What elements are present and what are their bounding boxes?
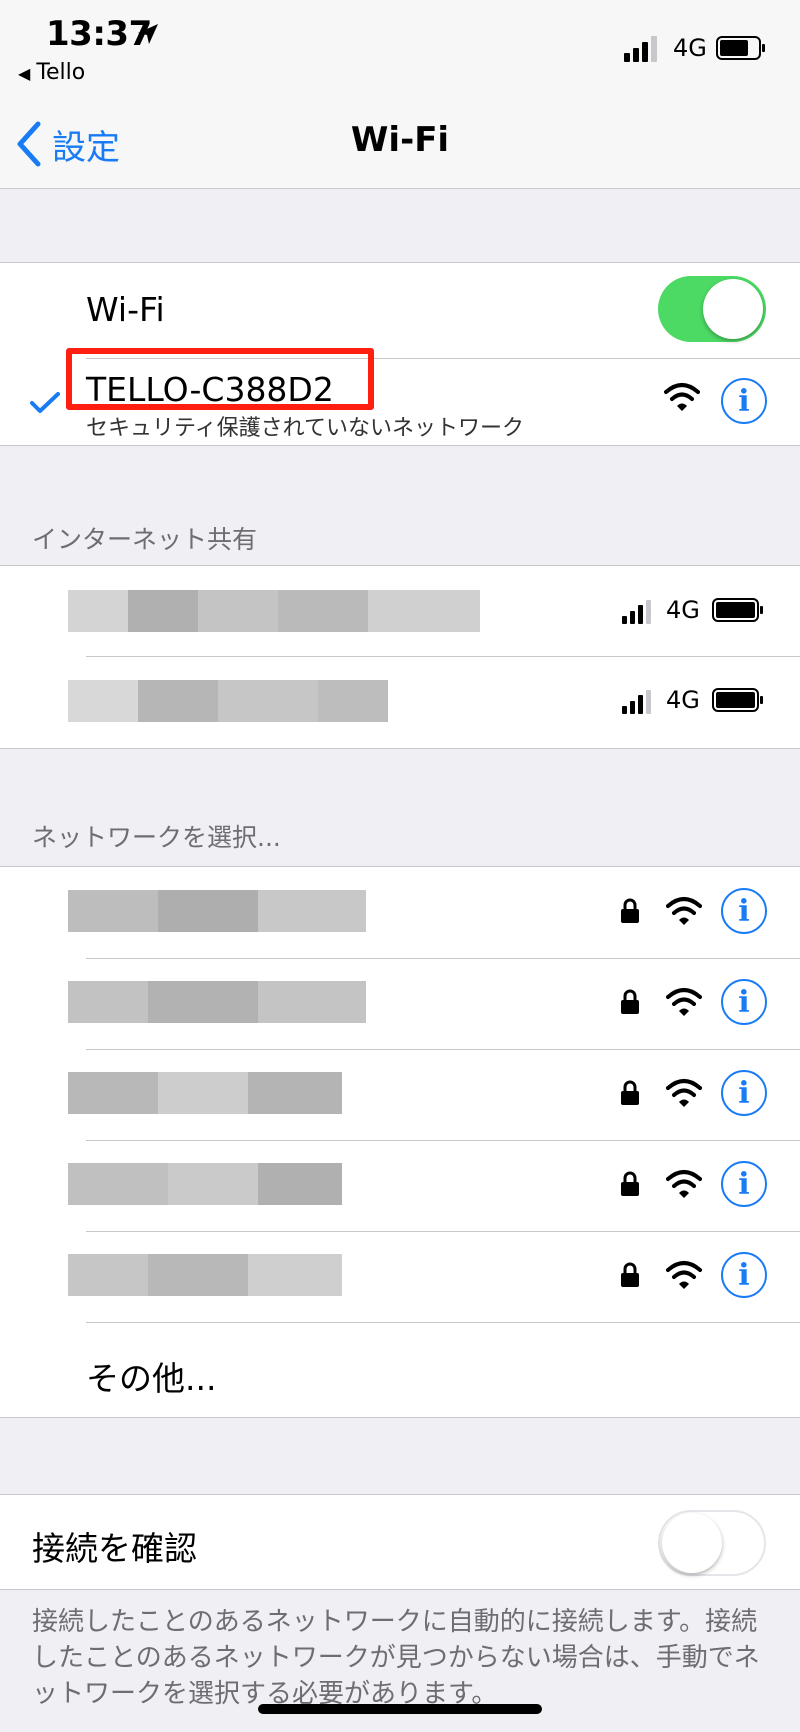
wifi-icon (666, 1079, 702, 1107)
networks-header: ネットワークを選択... (32, 823, 281, 852)
other-network-button[interactable]: その他... (86, 1352, 216, 1400)
hotspot-name-redacted[interactable] (68, 680, 388, 722)
wifi-icon (666, 988, 702, 1016)
back-app-label: Tello (36, 60, 86, 85)
signal-bars-icon (622, 690, 651, 714)
network-name-redacted[interactable] (68, 1163, 342, 1205)
wifi-icon (666, 1170, 702, 1198)
checkmark-icon (30, 392, 60, 413)
wifi-icon (666, 1261, 702, 1289)
network-name-redacted[interactable] (68, 981, 366, 1023)
hotspot-network-type: 4G (666, 596, 700, 624)
page-title: Wi-Fi (350, 120, 450, 160)
info-icon: i (738, 1257, 750, 1293)
battery-icon (712, 688, 763, 712)
network-name-redacted[interactable] (68, 1254, 342, 1296)
network-info-button[interactable]: i (721, 1070, 767, 1116)
ask-to-join-toggle[interactable] (658, 1510, 766, 1576)
info-icon: i (738, 383, 750, 419)
network-info-button[interactable]: i (721, 888, 767, 934)
info-icon: i (738, 893, 750, 929)
signal-bars-icon (622, 600, 651, 624)
hotspot-name-redacted[interactable] (68, 590, 480, 632)
info-icon: i (738, 1166, 750, 1202)
battery-icon (716, 36, 765, 60)
network-name-redacted[interactable] (68, 890, 366, 932)
location-arrow-icon (138, 24, 158, 44)
network-info-button[interactable]: i (721, 1161, 767, 1207)
wifi-icon (666, 897, 702, 925)
network-name-redacted[interactable] (68, 1072, 342, 1114)
network-info-button[interactable]: i (721, 979, 767, 1025)
ask-to-join-label: 接続を確認 (32, 1529, 197, 1568)
lock-icon (621, 1080, 639, 1105)
wifi-icon (664, 383, 700, 411)
connected-info-button[interactable]: i (721, 378, 767, 424)
hotspot-network-type: 4G (666, 686, 700, 714)
info-icon: i (738, 1075, 750, 1111)
wifi-toggle[interactable] (658, 276, 766, 342)
ask-to-join-description: 接続したことのあるネットワークに自動的に接続します。接続したことのあるネットワー… (32, 1607, 760, 1709)
hotspot-header: インターネット共有 (32, 525, 258, 554)
back-to-app-link[interactable]: ◀ Tello (18, 60, 85, 85)
home-indicator[interactable] (258, 1704, 542, 1714)
info-icon: i (738, 984, 750, 1020)
battery-icon (712, 598, 763, 622)
connected-network-subtitle: セキュリティ保護されていないネットワーク (86, 416, 525, 441)
highlight-box (66, 348, 374, 410)
lock-icon (621, 898, 639, 923)
networks-group (0, 866, 800, 1418)
back-triangle-icon: ◀ (18, 64, 31, 83)
network-type: 4G (673, 34, 707, 62)
signal-bars-icon (624, 36, 657, 62)
lock-icon (621, 989, 639, 1014)
wifi-toggle-label: Wi-Fi (86, 290, 165, 329)
lock-icon (621, 1171, 639, 1196)
lock-icon (621, 1262, 639, 1287)
network-info-button[interactable]: i (721, 1252, 767, 1298)
